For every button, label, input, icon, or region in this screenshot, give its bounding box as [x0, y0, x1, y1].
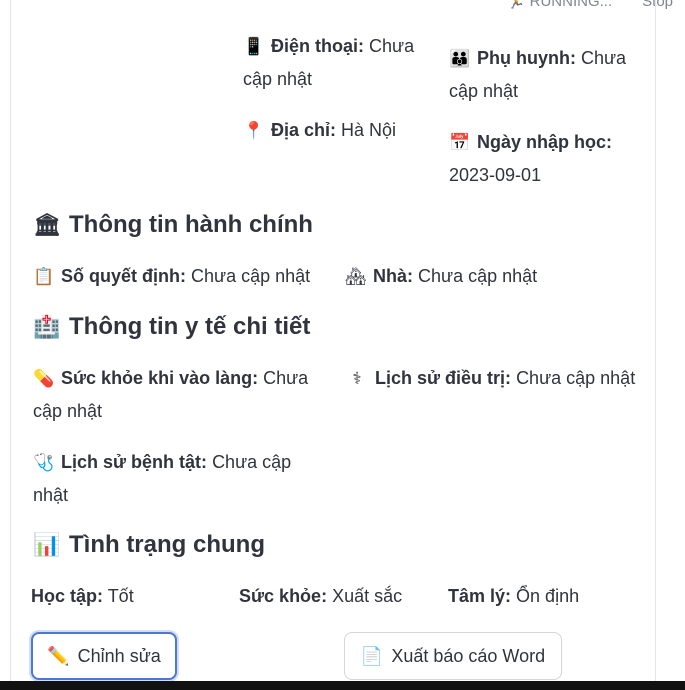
study-field: Học tập: Tốt [31, 580, 134, 612]
phone-label: Điện thoại: [271, 36, 364, 56]
treatment-value: Chưa cập nhật [516, 368, 636, 388]
edit-button-label: Chỉnh sửa [77, 645, 161, 666]
house-icon: 🏘 [345, 267, 367, 286]
document-icon: 📄 [360, 645, 384, 666]
phone-icon: 📱 [243, 37, 265, 56]
general-section-title: 📊 Tình trạng chung [33, 529, 265, 561]
pencil-icon: ✏️ [47, 645, 70, 666]
edit-button[interactable]: ✏️ Chỉnh sửa [31, 632, 177, 680]
decision-value: Chưa cập nhật [191, 266, 311, 286]
enroll-label: Ngày nhập học: [477, 132, 613, 152]
treatment-label: Lịch sử điều trị: [375, 368, 512, 388]
export-word-button[interactable]: 📄 Xuất báo cáo Word [344, 632, 562, 680]
house-label: Nhà: [373, 266, 413, 286]
family-icon: 👪 [449, 49, 471, 68]
medical-section-title: 🏥 Thông tin y tế chi tiết [33, 311, 310, 343]
disease-field: 🩺 Lịch sử bệnh tật: Chưa cập nhật [33, 446, 313, 511]
pin-icon: 📍 [243, 121, 265, 140]
treatment-field: ⚕ Lịch sử điều trị: Chưa cập nhật [347, 362, 647, 395]
parent-label: Phụ huynh: [477, 48, 576, 68]
export-word-label: Xuất báo cáo Word [391, 645, 546, 666]
address-value: Hà Nội [341, 120, 397, 140]
hospital-icon: 🏥 [33, 314, 61, 339]
pill-icon: 💊 [33, 369, 55, 388]
psych-label: Tâm lý: [448, 586, 512, 606]
general-health-value: Xuất sắc [332, 586, 403, 606]
house-field: 🏘 Nhà: Chưa cập nhật [345, 260, 537, 293]
admin-section-title: 🏛 Thông tin hành chính [33, 209, 313, 241]
psych-value: Ổn định [516, 586, 580, 606]
house-value: Chưa cập nhật [418, 266, 538, 286]
chart-icon: 📊 [33, 532, 61, 557]
main-content: 📱 Điện thoại: Chưa cập nhật 👪 Phụ huynh: C… [10, 0, 656, 690]
general-health-label: Sức khỏe: [239, 586, 328, 606]
stethoscope-icon: 🩺 [33, 453, 55, 472]
taskbar [0, 681, 685, 690]
study-label: Học tập: [31, 586, 103, 606]
decision-label: Số quyết định: [61, 266, 186, 286]
phone-field: 📱 Điện thoại: Chưa cập nhật [243, 30, 433, 95]
health-entry-field: 💊 Sức khỏe khi vào làng: Chưa cập nhật [33, 362, 323, 427]
enroll-field: 📅 Ngày nhập học: 2023-09-01 [449, 126, 649, 191]
study-value: Tốt [107, 586, 134, 606]
general-health-field: Sức khỏe: Xuất sắc [239, 580, 402, 612]
parent-field: 👪 Phụ huynh: Chưa cập nhật [449, 42, 649, 107]
calendar-icon: 📅 [449, 133, 471, 152]
decision-field: 📋 Số quyết định: Chưa cập nhật [33, 260, 310, 293]
address-field: 📍 Địa chỉ: Hà Nội [243, 114, 433, 147]
clipboard-icon: 📋 [33, 267, 55, 286]
disease-label: Lịch sử bệnh tật: [61, 452, 208, 472]
building-icon: 🏛 [33, 212, 61, 237]
enroll-value: 2023-09-01 [449, 165, 542, 185]
health-entry-label: Sức khỏe khi vào làng: [61, 368, 259, 388]
address-label: Địa chỉ: [271, 120, 337, 140]
psych-field: Tâm lý: Ổn định [448, 580, 579, 612]
caduceus-icon: ⚕ [352, 369, 362, 388]
